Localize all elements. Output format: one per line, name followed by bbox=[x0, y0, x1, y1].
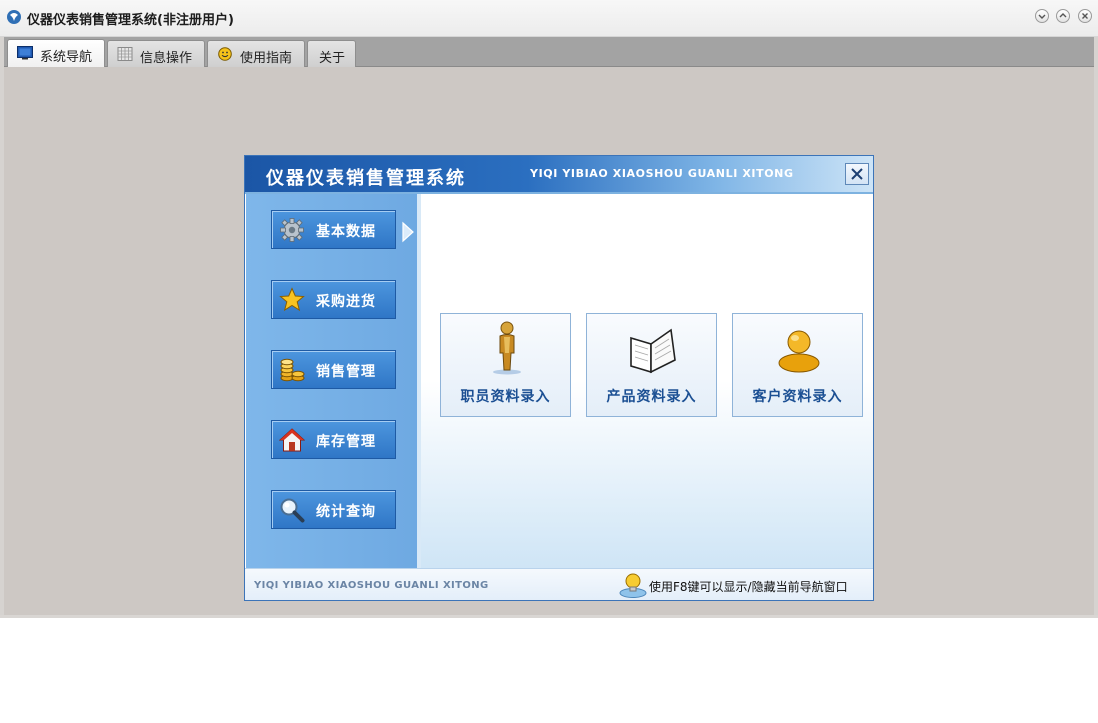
sidebar-item-label: 销售管理 bbox=[316, 364, 376, 380]
close-icon bbox=[1082, 13, 1088, 19]
sidebar-item-label: 基本数据 bbox=[316, 224, 376, 240]
tab-info-operations[interactable]: 信息操作 bbox=[107, 40, 205, 67]
tab-label: 使用指南 bbox=[240, 51, 293, 66]
nav-window-header: 仪器仪表销售管理系统 YIQI YIBIAO XIAOSHOU GUANLI X… bbox=[245, 156, 873, 194]
monitor-icon bbox=[17, 46, 33, 60]
card-label: 职员资料录入 bbox=[460, 389, 551, 405]
tab-label: 系统导航 bbox=[40, 50, 93, 65]
person-icon bbox=[493, 321, 521, 375]
app-logo-icon bbox=[7, 10, 21, 24]
smiley-icon bbox=[218, 47, 232, 61]
sidebar-item-label: 采购进货 bbox=[316, 294, 376, 310]
gear-icon bbox=[280, 218, 304, 242]
product-data-entry-card[interactable]: 产品资料录入 bbox=[586, 313, 717, 417]
close-icon bbox=[851, 168, 863, 180]
tab-label: 信息操作 bbox=[140, 51, 193, 66]
nav-content-panel: 职员资料录入 产品资料录入 客户资料录入 bbox=[421, 194, 873, 568]
nav-window-title: 仪器仪表销售管理系统 bbox=[266, 168, 466, 189]
navigation-window: 仪器仪表销售管理系统 YIQI YIBIAO XIAOSHOU GUANLI X… bbox=[244, 155, 874, 601]
sidebar-item-basic-data[interactable]: 基本数据 bbox=[271, 210, 396, 249]
minimize-icon bbox=[1038, 14, 1046, 19]
sidebar-item-inventory[interactable]: 库存管理 bbox=[271, 420, 396, 459]
magnifier-icon bbox=[280, 498, 305, 523]
tab-about[interactable]: 关于 bbox=[307, 40, 356, 67]
frame-edge-right bbox=[1094, 37, 1098, 618]
tab-strip: 系统导航 信息操作 使用指南 关于 bbox=[4, 37, 1094, 68]
title-bar: 仪器仪表销售管理系统(非注册用户) bbox=[0, 0, 1098, 37]
maximize-button[interactable] bbox=[1056, 9, 1070, 23]
book-icon bbox=[630, 328, 676, 374]
house-icon bbox=[279, 428, 305, 452]
nav-window-footer: YIQI YIBIAO XIAOSHOU GUANLI XITONG 使用F8键… bbox=[245, 568, 873, 600]
sidebar-item-statistics[interactable]: 统计查询 bbox=[271, 490, 396, 529]
card-label: 产品资料录入 bbox=[606, 389, 697, 405]
sidebar-item-purchasing[interactable]: 采购进货 bbox=[271, 280, 396, 319]
nav-window-subtitle: YIQI YIBIAO XIAOSHOU GUANLI XITONG bbox=[530, 167, 794, 180]
star-icon bbox=[279, 287, 305, 312]
nav-window-close-button[interactable] bbox=[845, 163, 869, 185]
footer-hint: 使用F8键可以显示/隐藏当前导航窗口 bbox=[649, 580, 848, 594]
sidebar-item-label: 统计查询 bbox=[316, 504, 376, 520]
window-title: 仪器仪表销售管理系统(非注册用户) bbox=[27, 13, 234, 28]
nav-sidebar: 基本数据 采购进货 销售管理 库存管理 统计查询 bbox=[246, 194, 421, 568]
employee-data-entry-card[interactable]: 职员资料录入 bbox=[440, 313, 571, 417]
frame-edge-bottom bbox=[0, 615, 1098, 618]
maximize-icon bbox=[1059, 13, 1067, 18]
tab-label: 关于 bbox=[319, 51, 346, 66]
chevron-right-icon bbox=[402, 221, 414, 243]
tab-user-guide[interactable]: 使用指南 bbox=[207, 40, 305, 67]
card-label: 客户资料录入 bbox=[752, 389, 843, 405]
sidebar-item-label: 库存管理 bbox=[316, 434, 376, 450]
grid-icon bbox=[117, 47, 133, 61]
customer-data-entry-card[interactable]: 客户资料录入 bbox=[732, 313, 863, 417]
coins-icon bbox=[280, 358, 305, 382]
sidebar-item-sales[interactable]: 销售管理 bbox=[271, 350, 396, 389]
minimize-button[interactable] bbox=[1035, 9, 1049, 23]
lightbulb-icon bbox=[619, 573, 647, 598]
tab-system-navigation[interactable]: 系统导航 bbox=[7, 39, 105, 68]
user-bust-icon bbox=[778, 330, 820, 373]
footer-system-name: YIQI YIBIAO XIAOSHOU GUANLI XITONG bbox=[254, 580, 489, 591]
close-button[interactable] bbox=[1078, 9, 1092, 23]
